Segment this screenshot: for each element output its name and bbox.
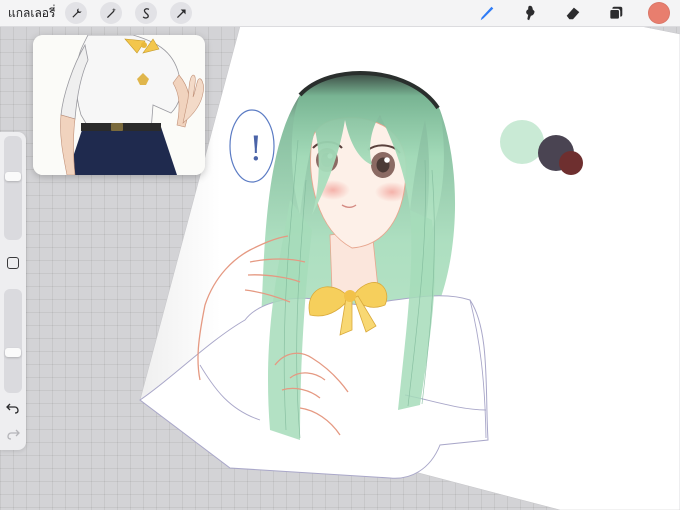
modify-square-button[interactable] xyxy=(7,257,19,269)
selection-button[interactable] xyxy=(135,2,158,24)
palette-swatch-mint xyxy=(500,120,544,164)
wrench-icon xyxy=(72,8,82,18)
brush-icon xyxy=(480,6,494,21)
undo-arrow-icon xyxy=(6,403,19,414)
brush-size-slider-thumb[interactable] xyxy=(5,172,21,182)
palette-swatch-maroon xyxy=(559,151,583,175)
undo-button[interactable] xyxy=(6,400,20,414)
speech-bubble-text: ! xyxy=(249,129,263,169)
transform-button[interactable] xyxy=(170,2,193,24)
actions-button[interactable] xyxy=(65,2,88,24)
transform-arrow-icon xyxy=(176,8,186,18)
layers-icon xyxy=(609,6,623,20)
layers-button[interactable] xyxy=(605,2,627,24)
selection-s-icon xyxy=(142,7,150,19)
opacity-slider[interactable] xyxy=(4,289,22,393)
redo-arrow-icon xyxy=(7,429,20,440)
reference-image xyxy=(33,35,205,175)
adjustments-button[interactable] xyxy=(100,2,123,24)
top-toolbar: แกลเลอรี่ xyxy=(0,0,680,27)
redo-button[interactable] xyxy=(6,426,20,440)
brush-size-slider[interactable] xyxy=(4,136,22,240)
smudge-tool-button[interactable] xyxy=(519,2,541,24)
opacity-slider-thumb[interactable] xyxy=(5,347,21,357)
left-sidebar xyxy=(0,132,26,450)
smudge-icon xyxy=(526,5,535,21)
eraser-icon xyxy=(566,7,580,20)
magic-wand-icon xyxy=(106,7,117,18)
color-picker-button[interactable] xyxy=(648,2,670,24)
brush-tool-button[interactable] xyxy=(476,2,498,24)
reference-window[interactable] xyxy=(33,35,205,175)
eraser-tool-button[interactable] xyxy=(562,2,584,24)
gallery-button[interactable]: แกลเลอรี่ xyxy=(8,4,55,23)
